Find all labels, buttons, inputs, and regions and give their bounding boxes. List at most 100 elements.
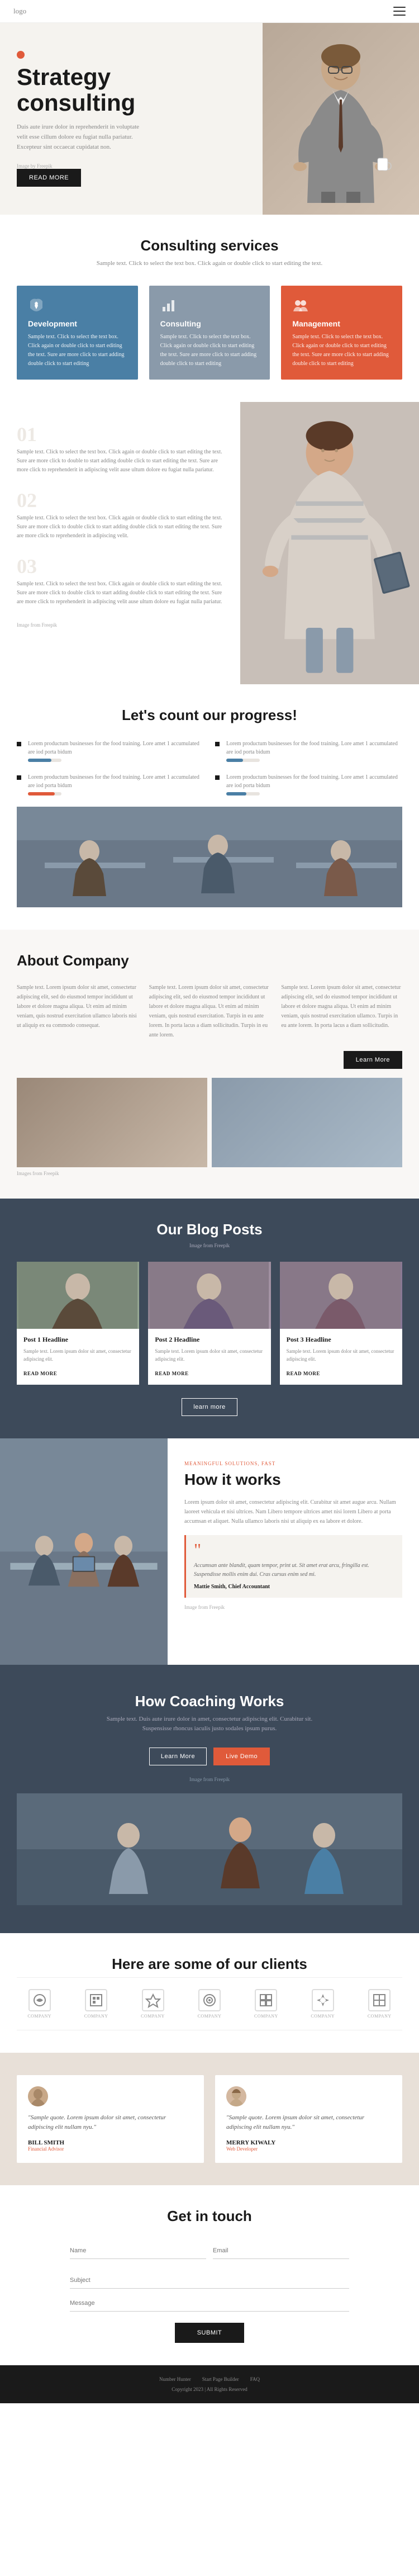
service-card-development: Development Sample text. Click to select… [17,286,138,380]
form-name-input[interactable] [70,2243,206,2259]
how-photo-svg [0,1438,168,1665]
testimonials-grid: "Sample quote. Lorem ipsum dolor sit ame… [17,2075,402,2163]
menu-line-3 [393,15,406,16]
avatar-1-svg [28,2086,48,2106]
progress-bar-fill-1 [28,759,51,762]
blog-section: Our Blog Posts Image from Freepik Post 1… [0,1199,419,1438]
about-section: About Company Sample text. Lorem ipsum d… [0,930,419,1199]
consulting-section: Consulting services Sample text. Click t… [0,215,419,402]
how-content: MEANINGFUL SOLUTIONS, FAST How it works … [168,1438,419,1665]
testimonial-text-2: "Sample quote. Lorem ipsum dolor sit ame… [226,2113,391,2133]
blog-card-1-text: Sample text. Lorem ipsum dolor sit amet,… [23,1347,132,1363]
progress-dot-2 [215,742,220,746]
client-icon-7 [368,1989,391,2011]
footer-link-3[interactable]: FAQ [250,2376,260,2382]
footer-link-1[interactable]: Number Hunter [159,2376,191,2382]
testimonial-card-1: "Sample quote. Lorem ipsum dolor sit ame… [17,2075,204,2163]
about-text-3: Sample text. Lorem ipsum dolor sit amet,… [281,983,402,1030]
service-management-title: Management [292,319,391,328]
progress-item-3: Lorem productum businesses for the food … [17,773,204,795]
quote-author: Mattie Smith, Chief Accountant [194,1584,394,1590]
client-label-6: COMPANY [311,2014,335,2019]
coaching-learn-more-button[interactable]: Learn More [149,1748,207,1765]
form-submit-button[interactable]: SUBMIT [175,2323,245,2343]
client-svg-7 [372,1992,387,2008]
hero-image-credit: Image by Freepik [17,163,246,169]
menu-line-2 [393,11,406,12]
about-col-3: Sample text. Lorem ipsum dolor sit amet,… [281,983,402,1040]
people-icon [292,297,309,314]
client-svg-6 [315,1992,331,2008]
form-subject-input[interactable] [70,2272,349,2289]
numbered-item-1-text: Sample text. Click to select the text bo… [17,448,223,475]
coaching-subtitle: Sample text. Duis aute irure dolor in am… [98,1715,321,1734]
consulting-title: Consulting services [17,237,402,254]
numbered-item-1-num: 01 [17,424,37,444]
service-consulting-text: Sample text. Click to select the text bo… [160,333,259,368]
progress-dot-1 [17,742,21,746]
blog-card-3-img [280,1262,402,1329]
progress-bar-fill-3 [28,792,55,795]
client-logo-1: COMPANY [27,1989,51,2019]
coaching-live-demo-button[interactable]: Live Demo [213,1748,270,1765]
blog-card-1-read-more[interactable]: READ MORE [23,1371,57,1376]
client-icon-1 [28,1989,51,2011]
form-email-field [213,2243,349,2259]
footer-link-2[interactable]: Start Page Builder [202,2376,239,2382]
progress-item-1: Lorem productum businesses for the food … [17,740,204,762]
form-subject-field [70,2272,349,2289]
how-text: Lorem ipsum dolor sit amet, consectetur … [184,1498,402,1526]
hero-read-more-button[interactable]: READ MORE [17,169,81,187]
numbered-content: 01 Sample text. Click to select the text… [0,402,240,684]
avatar-2-svg [226,2086,246,2106]
form-email-input[interactable] [213,2243,349,2259]
client-logo-6: COMPANY [311,1989,335,2019]
testimonial-role-1: Financial Advisor [28,2146,193,2152]
blog-card-1-img [17,1262,139,1329]
progress-grid: Lorem productum businesses for the food … [17,740,402,795]
progress-title: Let's count our progress! [17,707,402,724]
numbered-item-3-num: 03 [17,556,37,576]
client-logo-4: COMPANY [198,1989,222,2019]
menu-line-1 [393,7,406,8]
about-grid: Sample text. Lorem ipsum dolor sit amet,… [17,983,402,1040]
blog-card-3-body: Post 3 Headline Sample text. Lorem ipsum… [280,1329,402,1385]
client-label-5: COMPANY [254,2014,278,2019]
menu-icon[interactable] [393,7,406,16]
hero-title: Strategy consulting [17,64,246,116]
client-svg-3 [145,1992,161,2008]
blog-card-3-text: Sample text. Lorem ipsum dolor sit amet,… [287,1347,396,1363]
coaching-title: How Coaching Works [17,1693,402,1710]
how-image-credit: Image from Freepik [184,1604,402,1610]
quote-mark-icon: " [194,1543,394,1557]
client-label-2: COMPANY [84,2014,108,2019]
chart-icon [160,297,177,314]
progress-item-1-content: Lorem productum businesses for the food … [28,740,204,762]
blog-card-2-read-more[interactable]: READ MORE [155,1371,188,1376]
testimonials-section: "Sample quote. Lorem ipsum dolor sit ame… [0,2053,419,2185]
numbered-photo [240,402,419,684]
client-icon-5 [255,1989,277,2011]
testimonial-card-2: "Sample quote. Lorem ipsum dolor sit ame… [215,2075,402,2163]
about-image-credit: Images from Freepik [17,1171,402,1176]
coaching-image-credit: Image from Freepik [17,1777,402,1782]
numbered-item-2-num: 02 [17,490,37,510]
form-submit-area: SUBMIT [70,2323,349,2343]
client-icon-3 [142,1989,164,2011]
services-grid: Development Sample text. Click to select… [17,286,402,380]
progress-section: Let's count our progress! Lorem productu… [0,684,419,930]
progress-bar-bg-3 [28,792,61,795]
blog-img-2-svg [148,1262,270,1329]
numbered-item-3: 03 Sample text. Click to select the text… [17,556,223,607]
how-section: MEANINGFUL SOLUTIONS, FAST How it works … [0,1438,419,1665]
form-message-field [70,2295,349,2312]
about-photo-2 [212,1078,402,1167]
blog-img-1-svg [17,1262,139,1329]
blog-card-3-read-more[interactable]: READ MORE [287,1371,320,1376]
progress-label-1: Lorem productum businesses for the food … [28,740,204,756]
testimonial-name-1: BILL SMITH [28,2139,193,2146]
blog-learn-more-button[interactable]: learn more [182,1398,237,1416]
about-learn-more-button[interactable]: Learn More [344,1051,402,1069]
client-label-7: COMPANY [368,2014,392,2019]
form-message-input[interactable] [70,2295,349,2312]
